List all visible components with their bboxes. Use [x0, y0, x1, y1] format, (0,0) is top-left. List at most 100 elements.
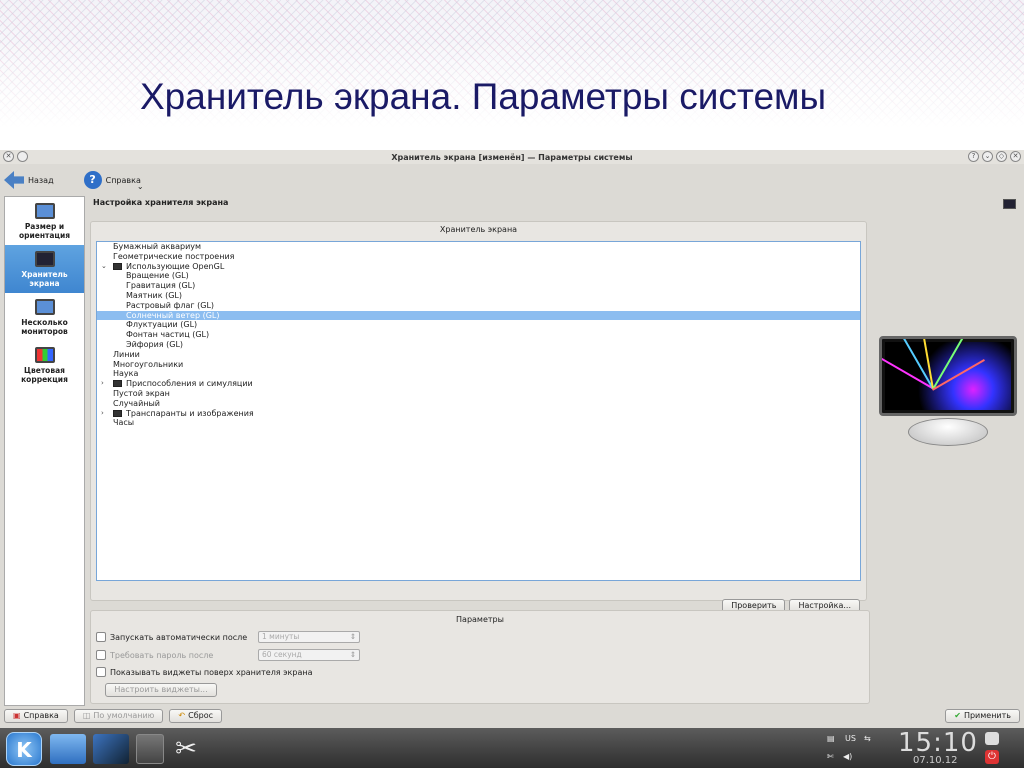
- tree-item-label: Транспаранты и изображения: [126, 408, 254, 418]
- tree-item-label: Эйфория (GL): [126, 339, 184, 349]
- password-checkbox[interactable]: [96, 650, 106, 660]
- widgets-checkbox[interactable]: [96, 667, 106, 677]
- help-book-icon: ▣: [13, 711, 21, 720]
- power-icon[interactable]: ⏻: [985, 750, 999, 764]
- group-title: Хранитель экрана: [439, 225, 518, 234]
- password-label: Требовать пароль после: [110, 650, 214, 660]
- back-button[interactable]: Назад: [4, 171, 54, 189]
- expand-arrow-icon[interactable]: ›: [101, 409, 104, 419]
- close-icon[interactable]: ✕: [1010, 151, 1021, 162]
- sidebar-item-multimonitor[interactable]: Несколько мониторов: [5, 293, 84, 341]
- tree-item[interactable]: Эйфория (GL): [97, 340, 860, 350]
- clock-time[interactable]: 15:10: [898, 728, 978, 758]
- reset-button[interactable]: ↶ Сброс: [169, 709, 222, 723]
- widgets-label: Показывать виджеты поверх хранителя экра…: [110, 667, 313, 677]
- network-icon[interactable]: ▤: [827, 734, 835, 743]
- defaults-button[interactable]: ◫ По умолчанию: [73, 709, 164, 723]
- screensaver-tree[interactable]: Бумажный аквариум Геометрические построен…: [96, 241, 861, 581]
- tree-item[interactable]: › Приспособления и симуляции: [97, 379, 860, 389]
- tree-item[interactable]: Многоугольники: [97, 360, 860, 370]
- slide-title: Хранитель экрана. Параметры системы: [140, 76, 827, 117]
- usb-icon[interactable]: ⇆: [864, 734, 871, 743]
- tree-item[interactable]: Флуктуации (GL): [97, 320, 860, 330]
- help-icon[interactable]: ?: [968, 151, 979, 162]
- tree-item-label: Гравитация (GL): [126, 281, 196, 291]
- monitor-icon: [34, 202, 55, 219]
- apply-button[interactable]: ✔ Применить: [945, 709, 1020, 723]
- settings-window: ✕ Хранитель экрана [изменён] — Параметры…: [0, 150, 1024, 728]
- tree-item-label: Пустой экран: [113, 388, 170, 398]
- apply-label: Применить: [963, 711, 1011, 720]
- kickoff-launcher-icon[interactable]: K: [6, 732, 42, 766]
- tree-item-label: Геометрические построения: [113, 251, 235, 261]
- tree-item-label: Часы: [113, 418, 135, 428]
- toolbar: Назад ? Справка ⌄: [0, 164, 1024, 196]
- autostart-checkbox[interactable]: [96, 632, 106, 642]
- autostart-label: Запускать автоматически после: [110, 632, 248, 642]
- dialog-buttons: ▣ Справка ◫ По умолчанию ↶ Сброс ✔ Применить: [0, 706, 1024, 726]
- tree-item[interactable]: Маятник (GL): [97, 291, 860, 301]
- back-label: Назад: [28, 175, 54, 185]
- tree-item[interactable]: Вращение (GL): [97, 271, 860, 281]
- tree-item[interactable]: Бумажный аквариум: [97, 242, 860, 252]
- autostart-value: 1 минуты: [262, 632, 300, 641]
- content-title: Настройка хранителя экрана: [93, 198, 229, 207]
- volume-icon[interactable]: ◀): [843, 752, 852, 761]
- autostart-option[interactable]: Запускать автоматически после: [96, 632, 247, 642]
- sidebar-item-label: Хранитель экрана: [21, 269, 68, 288]
- tree-item[interactable]: Солнечный ветер (GL): [97, 310, 860, 321]
- tree-item[interactable]: Геометрические построения: [97, 252, 860, 262]
- reset-label: Сброс: [188, 711, 213, 720]
- keyboard-layout[interactable]: US: [845, 734, 856, 743]
- tree-item-label: Маятник (GL): [126, 290, 182, 300]
- minimize-icon[interactable]: ⌄: [982, 151, 993, 162]
- tree-item-label: Флуктуации (GL): [126, 320, 198, 330]
- autostart-spinbox[interactable]: 1 минуты ⇕: [258, 631, 360, 643]
- password-value: 60 секунд: [262, 650, 302, 659]
- password-option[interactable]: Требовать пароль после: [96, 650, 213, 660]
- tree-item[interactable]: › Транспаранты и изображения: [97, 409, 860, 419]
- task-icon[interactable]: [136, 734, 164, 764]
- check-icon: ✔: [954, 711, 961, 720]
- tools-icon[interactable]: ✂: [168, 734, 204, 764]
- sidebar-item-size[interactable]: Размер и ориентация: [5, 197, 84, 245]
- sidebar-item-screensaver[interactable]: Хранитель экрана: [5, 245, 84, 293]
- help-menu-button[interactable]: ? Справка ⌄: [83, 171, 152, 191]
- chevron-down-icon: ⌄: [136, 181, 144, 191]
- tree-item[interactable]: ⌄ Использующие OpenGL: [97, 262, 860, 272]
- monitor-stand: [908, 418, 988, 446]
- tree-item-label: Бумажный аквариум: [113, 242, 202, 251]
- sidebar-item-color[interactable]: Цветовая коррекция: [5, 341, 84, 389]
- collapse-arrow-icon[interactable]: ⌄: [101, 262, 107, 272]
- tree-item[interactable]: Линии: [97, 350, 860, 360]
- tree-item[interactable]: Пустой экран: [97, 389, 860, 399]
- help-button[interactable]: ▣ Справка: [4, 709, 68, 723]
- tree-item[interactable]: Случайный: [97, 399, 860, 409]
- password-spinbox[interactable]: 60 секунд ⇕: [258, 649, 360, 661]
- sidebar-item-label: Размер и ориентация: [18, 221, 71, 240]
- tree-item-label: Фонтан частиц (GL): [126, 330, 210, 340]
- desktop-icon[interactable]: [93, 734, 129, 764]
- tree-item[interactable]: Растровый флаг (GL): [97, 301, 860, 311]
- folder-monitor-icon: [113, 380, 122, 388]
- window-title: Хранитель экрана [изменён] — Параметры с…: [391, 152, 633, 162]
- tree-item[interactable]: Фонтан частиц (GL): [97, 330, 860, 340]
- lock-icon[interactable]: [985, 732, 999, 745]
- widgets-option[interactable]: Показывать виджеты поверх хранителя экра…: [96, 667, 313, 677]
- tree-item[interactable]: Гравитация (GL): [97, 281, 860, 291]
- tree-item[interactable]: Наука: [97, 369, 860, 379]
- configure-widgets-button[interactable]: Настроить виджеты...: [105, 683, 217, 697]
- help-button-label: Справка: [23, 711, 59, 720]
- tree-item[interactable]: Часы: [97, 418, 860, 428]
- kde-panel: K ✂ ▤ US ⇆ ✄ ◀) 15:10 07.10.12 ⏻: [0, 728, 1024, 768]
- tree-item-label: Растровый флаг (GL): [126, 300, 215, 310]
- preview-image: [885, 342, 1011, 410]
- home-folder-icon[interactable]: [50, 734, 86, 764]
- expand-arrow-icon[interactable]: ›: [101, 379, 104, 389]
- clipboard-icon[interactable]: ✄: [827, 752, 834, 761]
- tree-item-label: Линии: [113, 349, 140, 359]
- sidebar: Размер и ориентация Хранитель экрана Нес…: [4, 196, 85, 706]
- clock-date: 07.10.12: [913, 755, 958, 766]
- maximize-icon[interactable]: ◇: [996, 151, 1007, 162]
- folder-monitor-icon: [113, 409, 122, 417]
